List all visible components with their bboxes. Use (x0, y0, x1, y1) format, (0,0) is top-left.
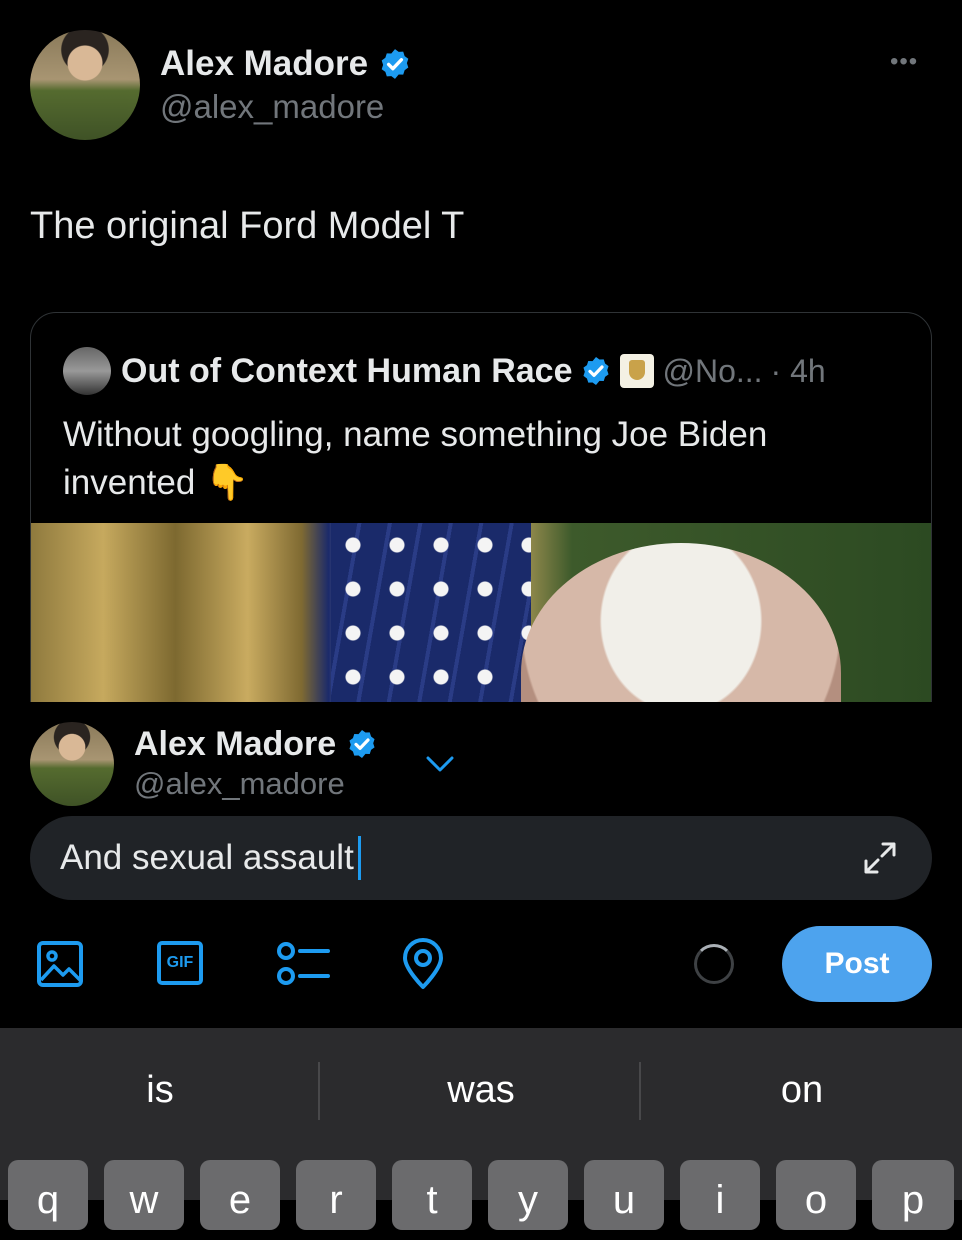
author-name: Alex Madore (160, 44, 369, 83)
suggestion-2[interactable]: was (321, 1058, 641, 1122)
more-options-icon[interactable]: ••• (890, 48, 918, 76)
author-avatar[interactable] (30, 30, 140, 140)
affiliate-badge-icon (620, 354, 655, 388)
quote-timestamp: · 4h (770, 352, 826, 389)
expand-icon[interactable] (862, 840, 898, 876)
key-o[interactable]: o (776, 1160, 856, 1230)
reply-input-value: And sexual assault (60, 838, 354, 877)
suggestion-divider (318, 1062, 320, 1120)
composer-author-name: Alex Madore (134, 724, 337, 763)
key-e[interactable]: e (200, 1160, 280, 1230)
poll-icon[interactable] (276, 940, 332, 988)
location-icon[interactable] (400, 937, 446, 991)
reply-input[interactable]: And sexual assault (30, 816, 932, 900)
flag-stars (331, 523, 531, 731)
composer-avatar[interactable] (30, 722, 114, 806)
author-name-row[interactable]: Alex Madore (160, 40, 412, 88)
composer-author-row: Alex Madore (134, 722, 378, 766)
verified-badge-icon (583, 357, 610, 385)
account-switch-chevron-icon[interactable] (424, 752, 456, 776)
key-i[interactable]: i (680, 1160, 760, 1230)
author-handle[interactable]: @alex_madore (160, 88, 384, 126)
character-count-ring (694, 944, 734, 984)
text-cursor (357, 836, 361, 880)
key-p[interactable]: p (872, 1160, 954, 1230)
post-button[interactable]: Post (782, 926, 932, 1002)
key-u[interactable]: u (584, 1160, 664, 1230)
tweet-text: The original Ford Model T (30, 205, 465, 247)
key-y[interactable]: y (488, 1160, 568, 1230)
quote-media-image[interactable] (31, 523, 931, 731)
verified-badge-icon (349, 730, 375, 758)
verified-badge-icon (381, 49, 409, 79)
quote-author-handle: @No... (662, 352, 763, 389)
composer-author-handle: @alex_madore (134, 766, 345, 801)
quote-text: Without googling, name something Joe Bid… (63, 415, 768, 502)
image-icon[interactable] (36, 940, 84, 988)
suggestion-3[interactable]: on (642, 1058, 962, 1122)
gif-label: GIF (166, 954, 194, 971)
quote-author-name: Out of Context Human Race (121, 351, 573, 390)
key-r[interactable]: r (296, 1160, 376, 1230)
gif-button[interactable]: GIF (157, 941, 203, 985)
suggestion-1[interactable]: is (0, 1058, 320, 1122)
suggestion-divider (639, 1062, 641, 1120)
quote-author-row: Out of Context Human Race @No... · 4h (121, 349, 826, 393)
key-q[interactable]: q (8, 1160, 88, 1230)
key-w[interactable]: w (104, 1160, 184, 1230)
quoted-tweet-card[interactable]: Out of Context Human Race @No... · 4h Wi… (30, 312, 932, 732)
quote-author-avatar (63, 347, 111, 395)
key-t[interactable]: t (392, 1160, 472, 1230)
